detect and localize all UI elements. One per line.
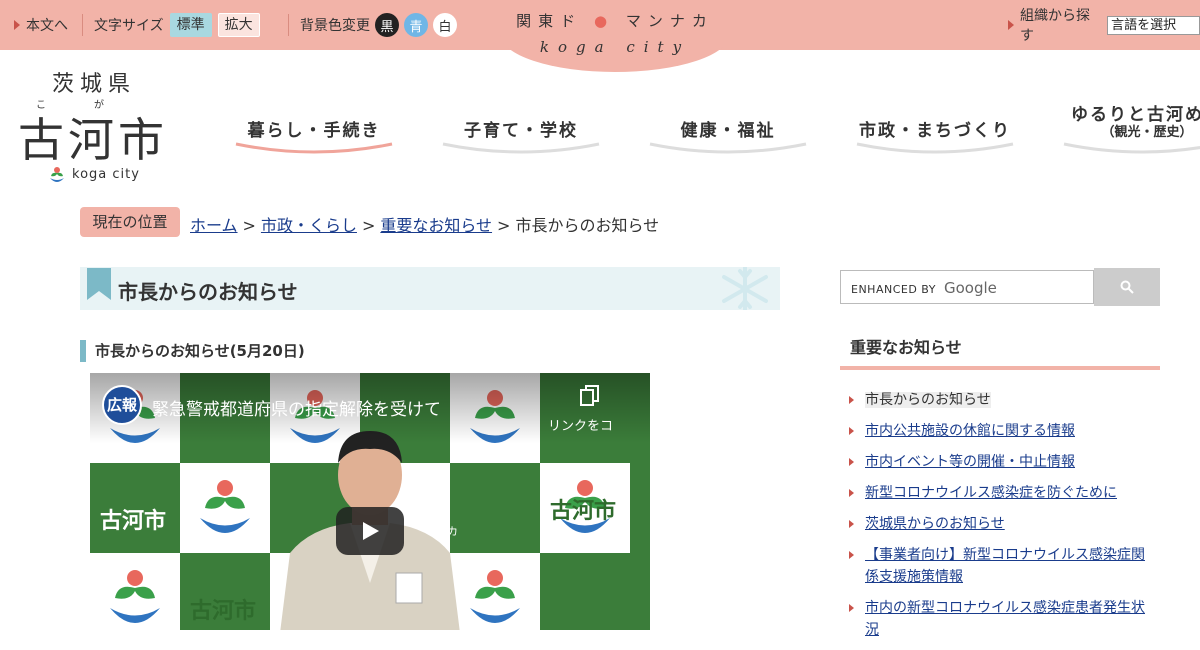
search-icon (1120, 280, 1134, 294)
list-item: 茨城県からのお知らせ (848, 513, 1148, 535)
breadcrumb-separator: > (242, 216, 256, 235)
nav-childcare-school[interactable]: 子育て・学校 (441, 100, 601, 160)
bookmark-icon (87, 268, 111, 300)
youtube-video-player[interactable]: 古河市 関東ド・マンナカ 古河市 古河市 古河市 広報 緊急警戒都道府県の指定解… (90, 373, 650, 630)
list-item: 市長からのお知らせ (848, 389, 1148, 411)
nav-label: 暮らし・手続き (247, 121, 381, 141)
notice-link[interactable]: 市内の新型コロナウイルス感染症患者発生状況 (865, 600, 1145, 638)
copy-link-icon[interactable] (580, 385, 600, 407)
bg-color-label: 背景色変更 (300, 18, 370, 34)
font-size-normal-button[interactable]: 標準 (169, 13, 212, 37)
search-brand: Google (943, 279, 997, 297)
arrow-right-icon (14, 20, 20, 30)
catchphrase-badge: 関東ド ● マンナカ koga city (500, 0, 730, 72)
nav-underline-arc (235, 142, 393, 154)
backdrop-city-text: 古河市 (550, 499, 617, 524)
search-button[interactable] (1094, 268, 1160, 306)
arrow-right-icon (1008, 20, 1014, 30)
notice-link[interactable]: 市内イベント等の開催・中止情報 (865, 454, 1075, 470)
divider (288, 14, 289, 36)
page-title: 市長からのお知らせ (118, 280, 298, 304)
koga-city-mark-icon (50, 167, 64, 182)
section-title: 市長からのお知らせ(5月20日) (80, 340, 305, 362)
list-item: 市内の新型コロナウイルス感染症患者発生状況 (848, 597, 1148, 641)
notice-current: 市長からのお知らせ (865, 392, 991, 408)
language-select[interactable]: 言語を選択 (1107, 15, 1200, 35)
breadcrumb-notices-link[interactable]: 重要なお知らせ (380, 216, 492, 235)
notice-link[interactable]: 茨城県からのお知らせ (865, 516, 1005, 532)
dot-icon: ● (593, 12, 615, 30)
nav-label-main: ゆるりと古河めぐ (1071, 105, 1200, 125)
nav-label: 市政・まちづくり (859, 121, 1011, 141)
breadcrumb-home-link[interactable]: ホーム (190, 216, 238, 235)
org-search-label: 組織から探す (1020, 8, 1090, 44)
bg-white-button[interactable]: 白 (433, 13, 457, 37)
breadcrumb: ホーム > 市政・くらし > 重要なお知らせ > 市長からのお知らせ (190, 212, 659, 236)
notice-link[interactable]: 新型コロナウイルス感染症を防ぐために (865, 485, 1117, 501)
copy-link-label: リンクをコ (548, 419, 614, 434)
search-placeholder: ENHANCED BY Google (851, 279, 997, 297)
font-size-large-button[interactable]: 拡大 (217, 13, 260, 37)
snowflake-decoration-icon (722, 267, 768, 310)
nav-living-procedures[interactable]: 暮らし・手続き (234, 100, 394, 160)
important-notices-list: 市長からのお知らせ 市内公共施設の休館に関する情報 市内イベント等の開催・中止情… (848, 389, 1148, 650)
list-item: 市内公共施設の休館に関する情報 (848, 420, 1148, 442)
breadcrumb-separator: > (361, 216, 376, 235)
backdrop-city-text: 古河市 (100, 509, 167, 534)
backdrop-city-text: 古河市 (190, 599, 257, 624)
org-search-link[interactable]: 組織から探す 言語を選択 (1008, 0, 1200, 50)
font-size-control: 文字サイズ 標準 拡大 (94, 0, 260, 50)
breadcrumb-city-link[interactable]: 市政・くらし (261, 216, 357, 235)
notice-link[interactable]: 【事業者向け】新型コロナウイルス感染症関係支援施策情報 (865, 547, 1145, 585)
bg-blue-button[interactable]: 青 (404, 13, 428, 37)
catchphrase-word: マンナカ (625, 12, 714, 30)
nav-tourism-history[interactable]: ゆるりと古河めぐ （観光・歴史） (1062, 100, 1200, 160)
list-item: 【事業者向け】新型コロナウイルス感染症関係支援施策情報 (848, 544, 1148, 588)
list-item: 市内イベント等の開催・中止情報 (848, 451, 1148, 473)
nav-underline-arc (856, 142, 1014, 154)
page-title-box: 市長からのお知らせ (80, 267, 780, 310)
catchphrase-word: 関東ド (516, 12, 583, 30)
breadcrumb-current-label: 現在の位置 (80, 207, 180, 237)
site-search-input[interactable]: ENHANCED BY Google (840, 270, 1094, 304)
nav-health-welfare[interactable]: 健康・福祉 (648, 100, 808, 160)
play-button[interactable] (336, 507, 404, 555)
nav-underline-arc (649, 142, 807, 154)
nav-underline-arc (442, 142, 600, 154)
prefecture-name: 茨城県 (52, 72, 137, 97)
important-notices-heading: 重要なお知らせ (840, 330, 1160, 370)
breadcrumb-current: 市長からのお知らせ (515, 216, 660, 235)
nav-underline-arc (1063, 142, 1200, 154)
channel-avatar[interactable]: 広報 (102, 385, 142, 425)
catchphrase-bottom: koga city (539, 38, 691, 56)
font-size-label: 文字サイズ (94, 18, 164, 34)
divider (82, 14, 83, 36)
notice-link[interactable]: 市内公共施設の休館に関する情報 (865, 423, 1075, 439)
nav-label: 子育て・学校 (464, 121, 578, 141)
breadcrumb-separator: > (497, 216, 511, 235)
list-item: 新型コロナウイルス感染症を防ぐために (848, 482, 1148, 504)
skip-to-content-link[interactable]: 本文へ (14, 0, 68, 50)
skip-label: 本文へ (26, 18, 68, 34)
nav-label: 健康・福祉 (680, 121, 776, 141)
bg-black-button[interactable]: 黒 (375, 13, 399, 37)
nav-label: ゆるりと古河めぐ （観光・歴史） (1062, 106, 1200, 142)
search-brand-prefix: ENHANCED BY (851, 283, 936, 296)
catchphrase-top: 関東ド ● マンナカ (500, 10, 730, 31)
video-title[interactable]: 緊急警戒都道府県の指定解除を受けて (152, 395, 441, 420)
nav-city-government[interactable]: 市政・まちづくり (855, 100, 1015, 160)
background-color-control: 背景色変更 黒 青 白 (300, 0, 457, 50)
city-name: 古河市 (18, 113, 168, 167)
koga-city-text: koga city (72, 167, 140, 182)
